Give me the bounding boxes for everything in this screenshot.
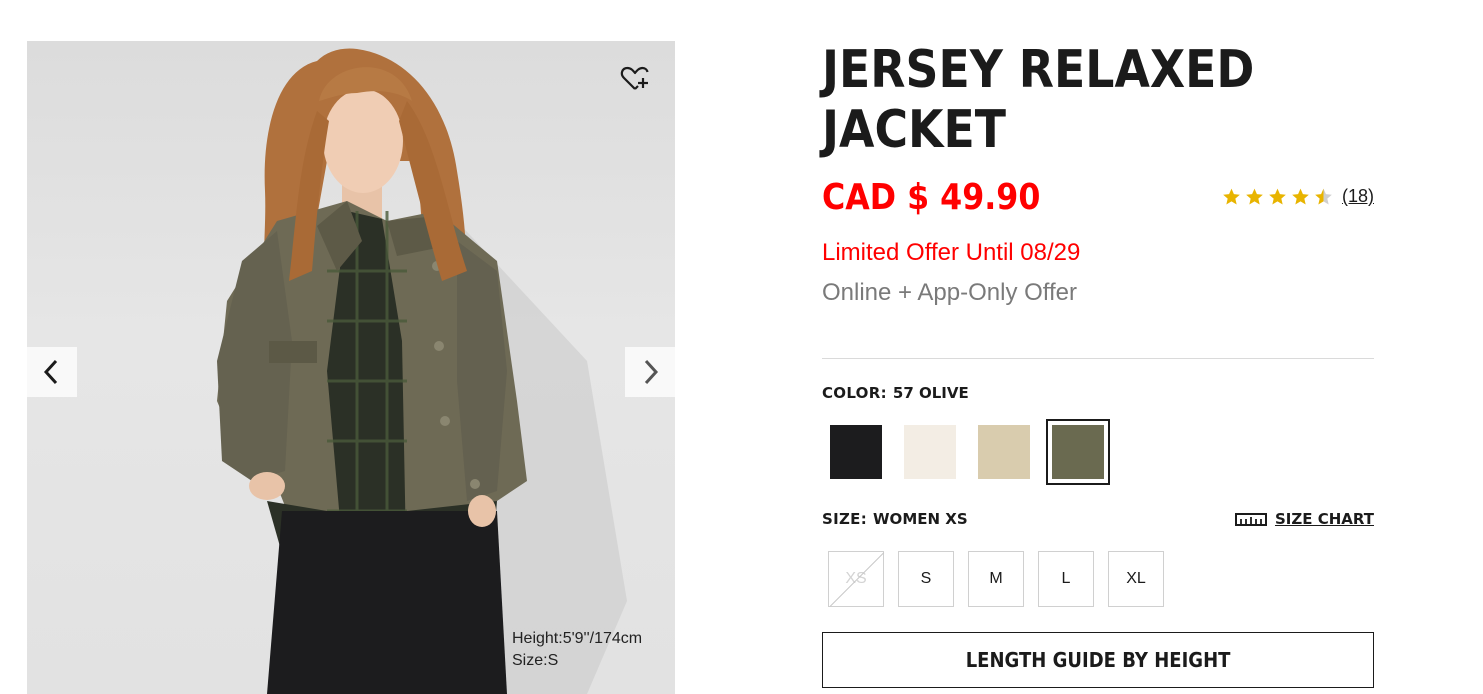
next-image-button[interactable] bbox=[625, 347, 675, 397]
product-title: JERSEY RELAXED JACKET bbox=[822, 40, 1255, 160]
size-chart-label: SIZE CHART bbox=[1274, 510, 1374, 528]
product-image-gallery: Height:5'9''/174cm Size:S bbox=[27, 41, 675, 694]
star-icon bbox=[1292, 188, 1309, 204]
size-header: SIZE: WOMEN XS SIZE CHART bbox=[822, 509, 1374, 529]
price-row: CAD $ 49.90 (18) bbox=[822, 176, 1374, 222]
size-option-xs: XS bbox=[828, 551, 884, 607]
star-icon bbox=[1315, 188, 1332, 204]
previous-image-button[interactable] bbox=[27, 347, 77, 397]
review-count-link[interactable]: (18) bbox=[1342, 186, 1374, 207]
size-option-xl[interactable]: XL bbox=[1108, 551, 1164, 607]
color-swatch-black[interactable] bbox=[824, 419, 888, 485]
color-swatches bbox=[822, 419, 1374, 485]
size-label-value: WOMEN XS bbox=[873, 510, 968, 528]
star-icon bbox=[1246, 188, 1263, 204]
model-height: Height:5'9''/174cm bbox=[512, 630, 643, 647]
color-swatch-beige[interactable] bbox=[972, 419, 1036, 485]
color-label-key: COLOR: bbox=[822, 384, 887, 402]
star-icon bbox=[1223, 188, 1240, 204]
size-label: SIZE: WOMEN XS bbox=[822, 509, 968, 529]
product-photo bbox=[217, 48, 627, 694]
chevron-left-icon bbox=[43, 359, 58, 385]
product-price: CAD $ 49.90 bbox=[822, 177, 1041, 218]
heart-plus-icon bbox=[620, 66, 649, 90]
color-label: COLOR: 57 OLIVE bbox=[822, 383, 1374, 403]
size-options: XS S M L XL bbox=[822, 551, 1374, 607]
star-icon bbox=[1269, 188, 1286, 204]
color-swatch-off-white[interactable] bbox=[898, 419, 962, 485]
chevron-right-icon bbox=[644, 359, 659, 385]
size-option-l[interactable]: L bbox=[1038, 551, 1094, 607]
online-offer-text: Online + App-Only Offer bbox=[822, 279, 1078, 306]
divider bbox=[822, 358, 1374, 359]
product-rating[interactable]: (18) bbox=[1221, 186, 1374, 207]
length-guide-button[interactable]: LENGTH GUIDE BY HEIGHT bbox=[822, 632, 1374, 688]
limited-offer-text: Limited Offer Until 08/29 bbox=[822, 239, 1081, 266]
color-chip bbox=[904, 425, 956, 479]
model-size: Size:S bbox=[512, 652, 559, 669]
add-to-wishlist-button[interactable] bbox=[619, 63, 651, 95]
color-chip bbox=[830, 425, 882, 479]
model-info: Height:5'9''/174cm Size:S bbox=[512, 628, 642, 672]
color-label-value: 57 OLIVE bbox=[892, 384, 969, 402]
color-swatch-olive[interactable] bbox=[1046, 419, 1110, 485]
product-details-panel: JERSEY RELAXED JACKET CAD $ 49.90 (18) L… bbox=[822, 40, 1374, 688]
size-option-s[interactable]: S bbox=[898, 551, 954, 607]
size-option-m[interactable]: M bbox=[968, 551, 1024, 607]
ruler-icon bbox=[1234, 513, 1267, 526]
color-chip bbox=[978, 425, 1030, 479]
size-chart-link[interactable]: SIZE CHART bbox=[1234, 510, 1374, 528]
rating-stars bbox=[1221, 187, 1334, 207]
size-label-key: SIZE: bbox=[822, 510, 868, 528]
color-chip bbox=[1052, 425, 1104, 479]
length-guide-label: LENGTH GUIDE BY HEIGHT bbox=[965, 648, 1231, 672]
